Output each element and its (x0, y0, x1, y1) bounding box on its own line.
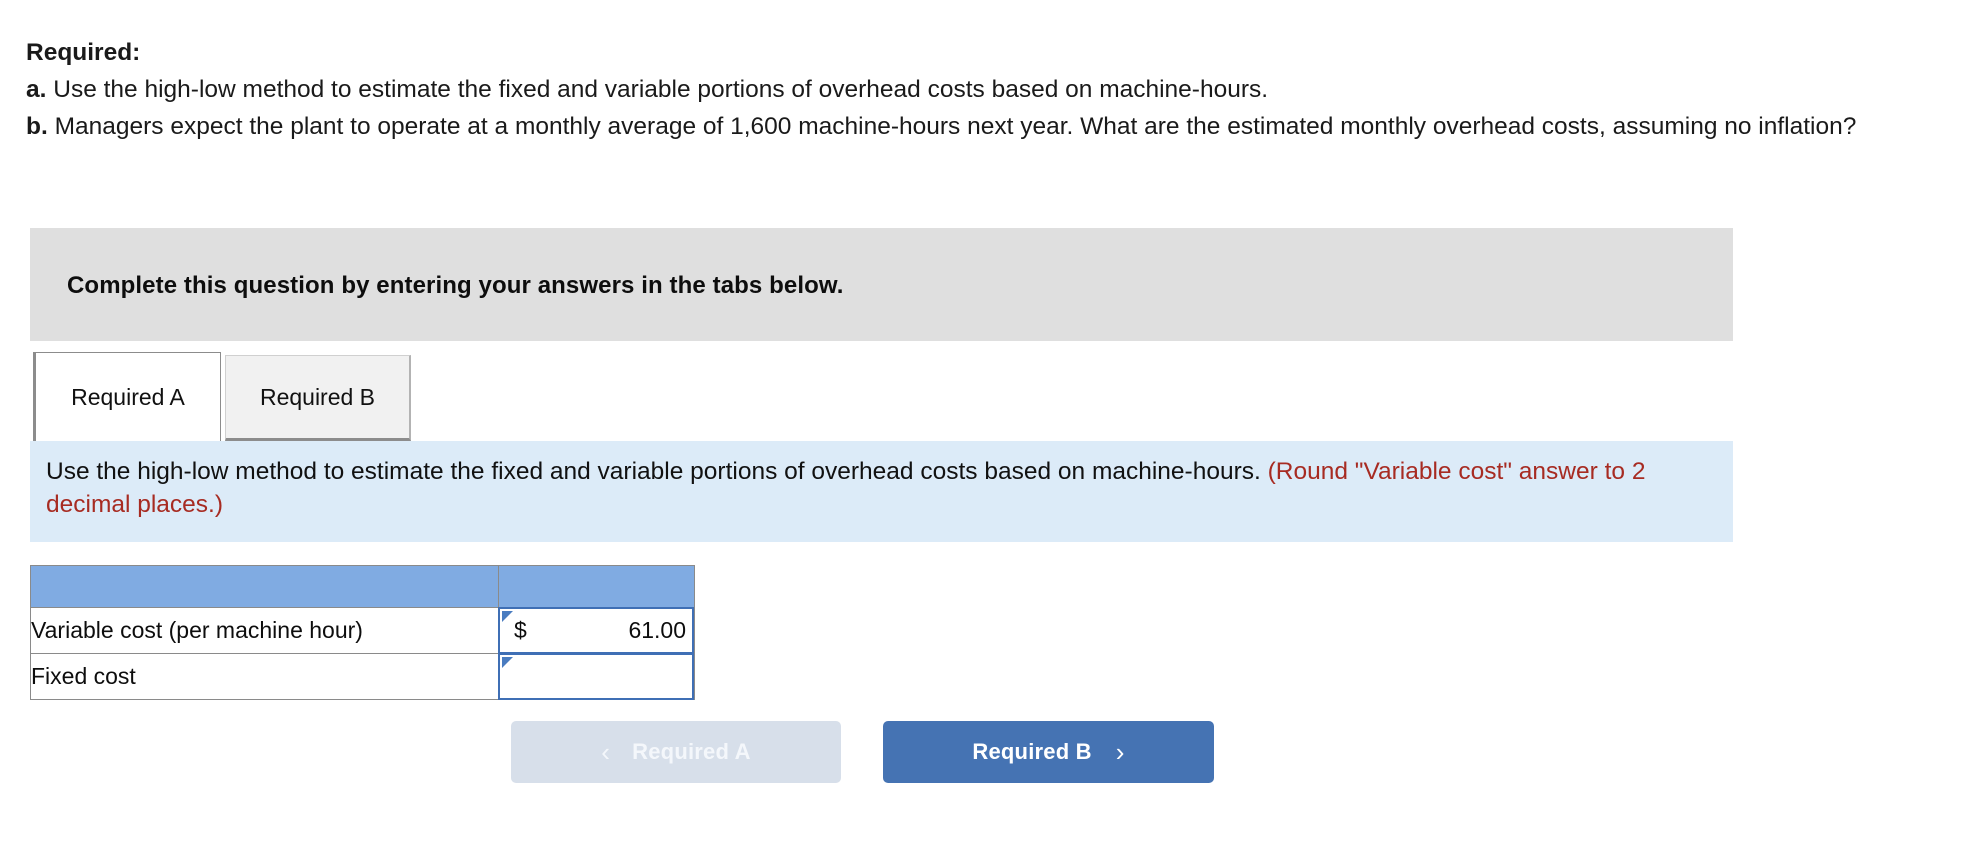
requirement-b-text: Managers expect the plant to operate at … (47, 113, 1857, 140)
tab-required-b-label: Required B (259, 383, 376, 410)
instruction-main: Use the high-low method to estimate the … (46, 458, 1268, 485)
tab-required-a-label: Required A (71, 383, 185, 410)
prev-required-a-button[interactable]: ‹ Required A (511, 721, 841, 783)
table-header-row (30, 565, 695, 608)
row-label-variable-cost: Variable cost (per machine hour) (30, 607, 499, 654)
requirement-a-text: Use the high-low method to estimate the … (46, 76, 1269, 103)
requirement-a-marker: a. (26, 76, 47, 103)
instruction-panel: Use the high-low method to estimate the … (30, 441, 1733, 542)
question-prompt: Required: a. Use the high-low method to … (26, 34, 1926, 145)
tab-required-b[interactable]: Required B (225, 355, 411, 441)
next-required-b-button[interactable]: Required B › (883, 721, 1214, 783)
tab-required-a[interactable]: Required A (33, 352, 221, 441)
cell-marker-icon (502, 611, 513, 622)
next-button-label: Required B (972, 739, 1092, 764)
variable-cost-currency: $ (514, 617, 527, 643)
requirement-b-marker: b. (26, 113, 48, 140)
header-cell-label (30, 565, 499, 608)
prev-button-label: Required A (632, 739, 751, 764)
fixed-cost-input[interactable] (498, 653, 694, 700)
row-value-fixed-cost (498, 653, 695, 700)
banner-text: Complete this question by entering your … (67, 272, 844, 299)
variable-cost-input[interactable]: $ 61.00 (498, 607, 694, 654)
table-row: Fixed cost (30, 653, 695, 700)
instruction-text: Use the high-low method to estimate the … (46, 455, 1706, 521)
variable-cost-value: 61.00 (628, 617, 686, 643)
requirement-b: b. Managers expect the plant to operate … (26, 108, 1926, 145)
chevron-left-icon: ‹ (601, 737, 611, 767)
header-cell-value (498, 565, 695, 608)
row-label-fixed-cost: Fixed cost (30, 653, 499, 700)
complete-question-banner: Complete this question by entering your … (30, 228, 1733, 341)
chevron-right-icon: › (1115, 737, 1125, 767)
row-value-variable-cost: $ 61.00 (498, 607, 695, 654)
requirement-tabs: Required A Required B (33, 352, 411, 441)
table-row: Variable cost (per machine hour) $ 61.00 (30, 607, 695, 654)
answer-table: Variable cost (per machine hour) $ 61.00… (30, 565, 695, 700)
requirement-a: a. Use the high-low method to estimate t… (26, 71, 1926, 108)
required-heading: Required: (26, 39, 141, 66)
cell-marker-icon (502, 657, 513, 668)
